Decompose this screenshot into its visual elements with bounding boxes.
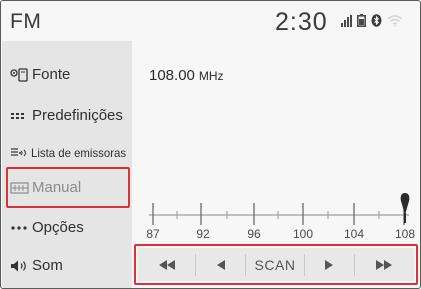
signal-bars-icon — [341, 14, 352, 32]
radio-screen: FM 2:30 Fonte Predefinições Lista de emi… — [0, 0, 421, 289]
scale-label: 96 — [247, 227, 261, 241]
speaker-icon — [10, 259, 32, 273]
frequency-display: 108.00 MHz — [149, 67, 224, 84]
scale-label: 92 — [196, 227, 210, 241]
wifi-icon — [387, 14, 403, 32]
sidebar-item-label: Predefinições — [32, 107, 123, 124]
manual-highlight-frame — [6, 167, 130, 208]
scale-label: 100 — [292, 227, 314, 241]
sidebar-item-opcoes[interactable]: Opções — [1, 209, 131, 246]
bluetooth-icon — [371, 14, 382, 32]
frequency-value: 108.00 — [149, 67, 195, 84]
source-icon — [10, 67, 32, 82]
controls-highlight-frame — [134, 244, 418, 285]
sidebar-item-label: Opções — [32, 219, 84, 236]
more-options-icon — [10, 225, 32, 231]
frequency-unit: MHz — [198, 69, 224, 83]
station-list-icon — [10, 147, 31, 159]
tuning-scale-lines — [149, 203, 409, 225]
battery-icon — [357, 14, 367, 32]
sidebar-item-fonte[interactable]: Fonte — [1, 56, 131, 93]
tuning-pointer-icon — [400, 193, 410, 223]
sidebar-item-som[interactable]: Som — [1, 247, 131, 284]
presets-icon — [10, 112, 32, 120]
sidebar-item-label: Som — [32, 257, 63, 274]
scale-label: 108 — [394, 227, 416, 241]
sidebar-item-lista-de-emissoras[interactable]: Lista de emissoras — [1, 134, 131, 171]
sidebar-item-label: Fonte — [32, 66, 71, 83]
status-icons — [341, 14, 403, 32]
scale-label: 104 — [343, 227, 365, 241]
sidebar-item-label: Lista de emissoras — [30, 145, 126, 160]
tuning-scale[interactable]: 87 92 96 100 104 108 — [141, 191, 420, 241]
status-bar: FM 2:30 — [1, 1, 420, 41]
scale-label: 87 — [146, 227, 160, 241]
source-title: FM — [10, 10, 42, 33]
clock: 2:30 — [275, 8, 328, 36]
sidebar-item-predefinicoes[interactable]: Predefinições — [1, 97, 131, 134]
